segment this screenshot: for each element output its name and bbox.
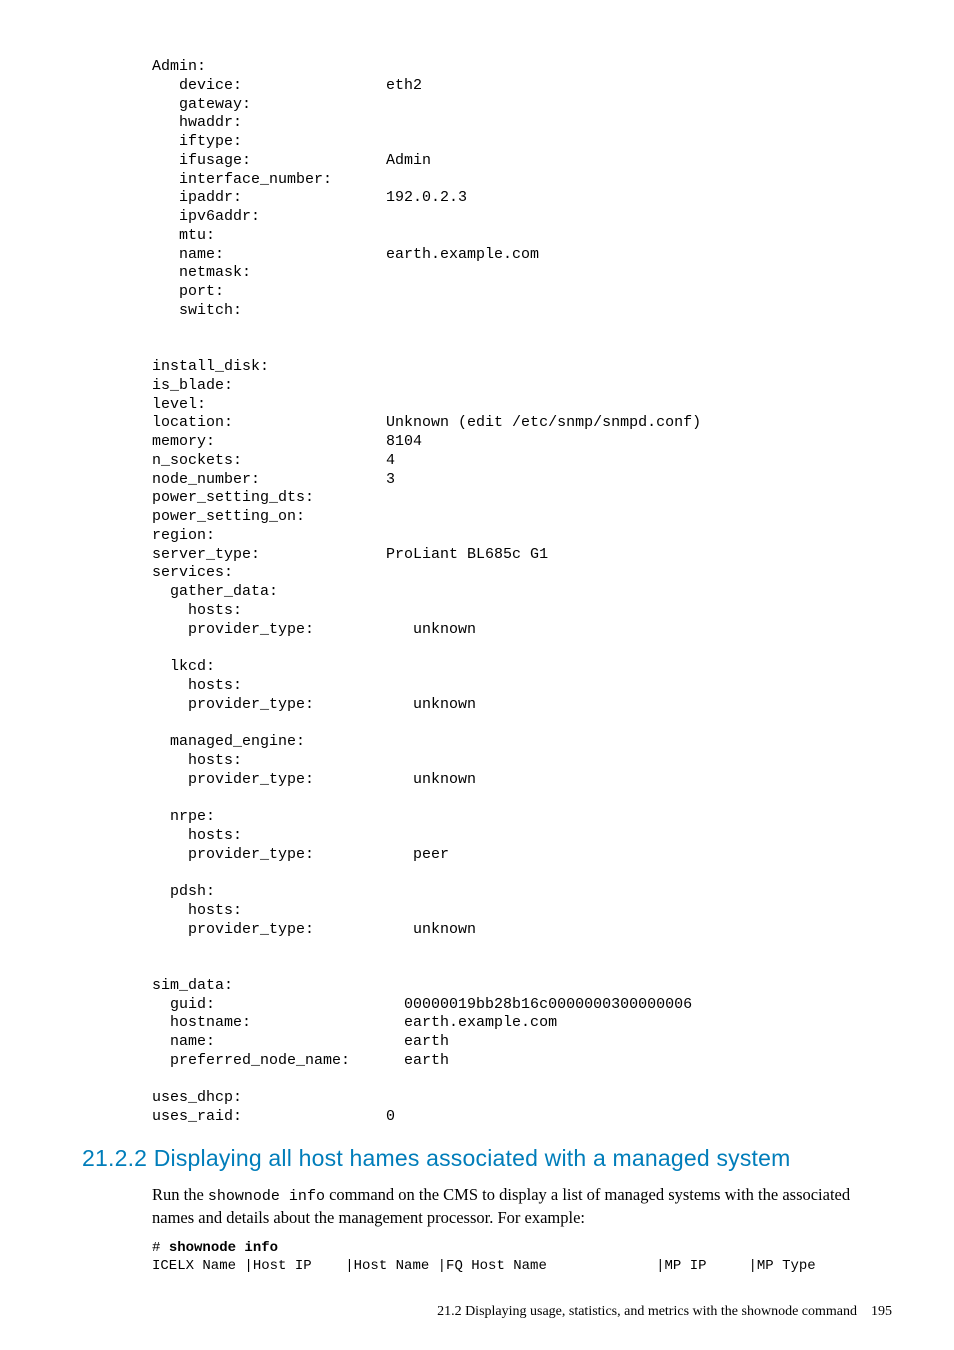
footer-page-number: 195 xyxy=(871,1304,892,1319)
inline-command: shownode info xyxy=(208,1188,325,1205)
section-heading-21-2-2: 21.2.2 Displaying all host hames associa… xyxy=(82,1145,894,1172)
example-command: shownode info xyxy=(169,1240,278,1256)
prompt-prefix: # xyxy=(152,1240,169,1256)
example-command-block: # shownode info ICELX Name |Host IP |Hos… xyxy=(152,1239,894,1275)
para-text-pre: Run the xyxy=(152,1185,208,1204)
example-output-header: ICELX Name |Host IP |Host Name |FQ Host … xyxy=(152,1258,816,1274)
footer-section-title: 21.2 Displaying usage, statistics, and m… xyxy=(437,1304,857,1319)
section-paragraph: Run the shownode info command on the CMS… xyxy=(152,1184,894,1230)
page-footer: 21.2 Displaying usage, statistics, and m… xyxy=(60,1304,894,1320)
config-output-block: Admin: device: eth2 gateway: hwaddr: ift… xyxy=(152,58,894,1127)
